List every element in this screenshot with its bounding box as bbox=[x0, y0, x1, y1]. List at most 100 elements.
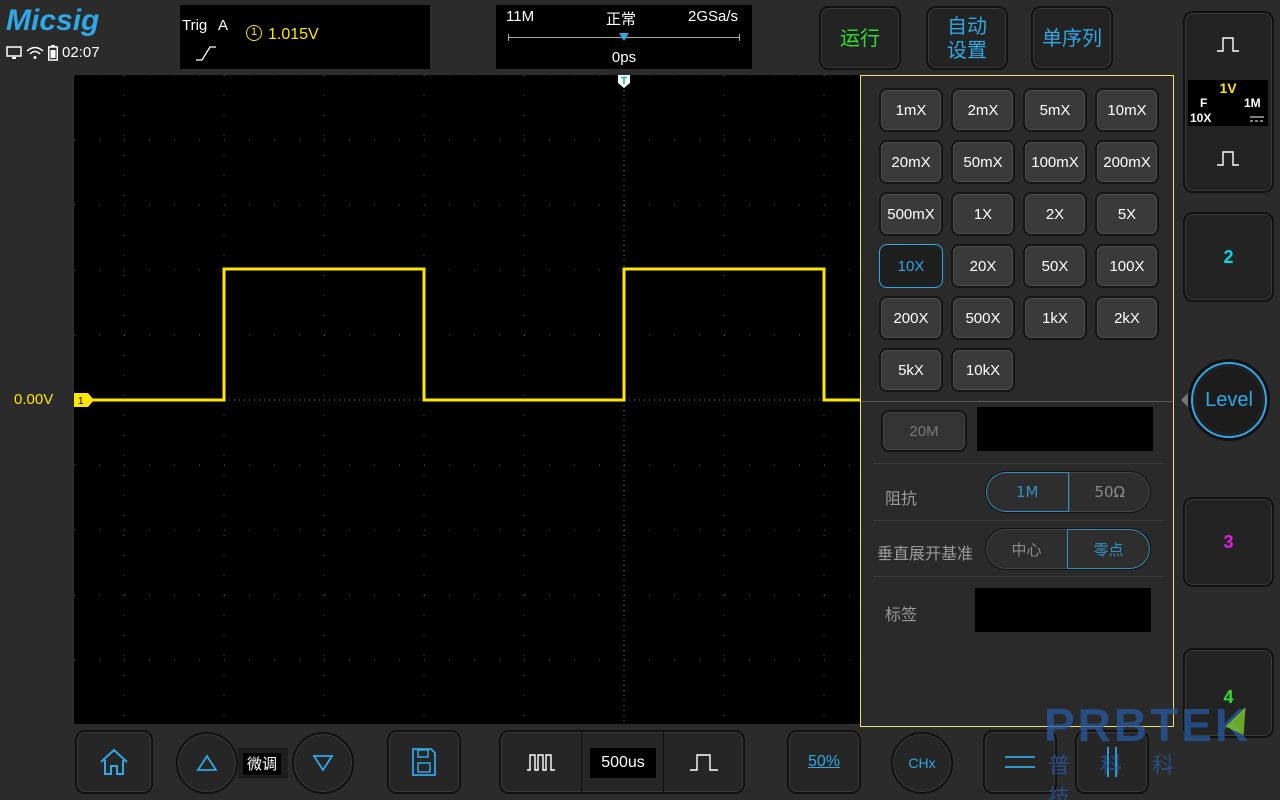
status-bar: 02:07 bbox=[6, 44, 100, 61]
impedance-label: 阻抗 bbox=[885, 489, 918, 508]
fine-adjust[interactable]: 微调 bbox=[238, 748, 288, 778]
watermark-cn: 普科科技 bbox=[1048, 754, 1205, 800]
probe-ratio-button[interactable]: 2mX bbox=[951, 88, 1015, 132]
ch1-ground-marker[interactable]: 1 bbox=[74, 393, 94, 407]
probe-ratio-button[interactable]: 100mX bbox=[1023, 140, 1087, 184]
ch1-probe: 10X bbox=[1190, 111, 1212, 125]
row-divider bbox=[873, 576, 1163, 577]
trigger-level: 1.015V bbox=[268, 26, 319, 43]
row-divider bbox=[873, 520, 1163, 521]
probe-ratio-button[interactable]: 500X bbox=[951, 296, 1015, 340]
run-button[interactable]: 运行 bbox=[819, 6, 901, 70]
home-icon bbox=[100, 748, 128, 775]
timebase-faster-button[interactable] bbox=[501, 732, 581, 792]
probe-ratio-button[interactable]: 1kX bbox=[1023, 296, 1087, 340]
expand-option-zero[interactable]: 零点 bbox=[1067, 529, 1150, 569]
probe-ratio-button[interactable]: 50X bbox=[1023, 244, 1087, 288]
probe-ratio-button[interactable]: 2kX bbox=[1095, 296, 1159, 340]
ch2-button[interactable]: 2 bbox=[1183, 212, 1274, 302]
level-knob[interactable]: Level bbox=[1191, 362, 1267, 438]
expand-option-center[interactable]: 中心 bbox=[986, 529, 1067, 569]
ch1-coupling-icon bbox=[1217, 37, 1239, 52]
probe-ratio-button[interactable]: 5X bbox=[1095, 192, 1159, 236]
bandwidth-display bbox=[977, 407, 1153, 451]
probe-ratio-button[interactable]: 5kX bbox=[879, 348, 943, 392]
probe-ratio-button[interactable]: 50mX bbox=[951, 140, 1015, 184]
level-pointer bbox=[1181, 393, 1188, 407]
menu-lines-icon bbox=[1005, 756, 1035, 768]
ch3-button[interactable]: 3 bbox=[1183, 497, 1274, 587]
trigger-label: Trig bbox=[182, 17, 208, 34]
probe-ratio-button[interactable]: 2X bbox=[1023, 192, 1087, 236]
fine-down-button[interactable] bbox=[292, 732, 354, 794]
horizontal-offset: 0ps bbox=[611, 49, 637, 66]
probe-ratio-button[interactable]: 100X bbox=[1095, 244, 1159, 288]
probe-ratio-button[interactable]: 500mX bbox=[879, 192, 943, 236]
rising-edge-icon bbox=[196, 46, 216, 61]
wide-pulse-icon bbox=[690, 754, 718, 771]
trigger-mode: A bbox=[218, 17, 229, 34]
row-divider bbox=[873, 463, 1163, 464]
acquire-mode: 正常 bbox=[606, 11, 637, 28]
ch1-waveform-icon bbox=[1217, 151, 1239, 166]
probe-ratio-button[interactable]: 1X bbox=[951, 192, 1015, 236]
probe-ratio-grid: 1mX 2mX 5mX 10mX 20mX 50mX 100mX 200mX 500mX 1X 2X… bbox=[879, 88, 1159, 392]
fifty-percent-label: 50% bbox=[807, 753, 841, 770]
chx-label: CHx bbox=[908, 755, 936, 771]
impedance-option-1m[interactable]: 1M bbox=[986, 472, 1069, 512]
trigger-time-marker[interactable] bbox=[618, 75, 630, 88]
panel-divider bbox=[861, 401, 1173, 402]
save-button[interactable] bbox=[387, 730, 461, 794]
probe-ratio-button[interactable]: 20X bbox=[951, 244, 1015, 288]
ch1-marker-text: 1 bbox=[78, 396, 84, 407]
memory-depth: 11M bbox=[506, 8, 535, 25]
wifi-icon bbox=[26, 46, 44, 59]
probe-ratio-button[interactable]: 10kX bbox=[951, 348, 1015, 392]
triangle-down-icon bbox=[312, 755, 334, 772]
monitor-icon bbox=[6, 45, 22, 59]
bandwidth-limit-button[interactable]: 20M bbox=[881, 410, 967, 452]
trigger-position-marker bbox=[619, 33, 629, 41]
home-button[interactable] bbox=[75, 730, 153, 794]
timebase-slower-button[interactable] bbox=[664, 732, 744, 792]
channel-select-button[interactable]: CHx bbox=[891, 732, 953, 794]
micsig-logo: Micsig bbox=[6, 4, 100, 37]
impedance-toggle[interactable]: 1M 50Ω bbox=[985, 471, 1151, 513]
ch1-coupling-code: F bbox=[1200, 96, 1208, 110]
prbtek-watermark: PRBTEK 普科科技 bbox=[1044, 698, 1255, 800]
probe-ratio-button[interactable]: 10X bbox=[879, 244, 943, 288]
dc-coupling-icon bbox=[1250, 116, 1264, 122]
impedance-option-50ohm[interactable]: 50Ω bbox=[1068, 472, 1151, 512]
timebase-divider bbox=[581, 732, 582, 792]
triangle-up-icon bbox=[196, 754, 218, 771]
probe-ratio-button[interactable]: 5mX bbox=[1023, 88, 1087, 132]
clock: 02:07 bbox=[62, 44, 100, 61]
probe-ratio-button[interactable]: 200X bbox=[879, 296, 943, 340]
tag-label: 标签 bbox=[885, 605, 918, 624]
vertical-expand-label: 垂直展开基准 bbox=[877, 544, 974, 563]
dense-pulse-icon bbox=[527, 754, 555, 771]
probe-ratio-button[interactable]: 20mX bbox=[879, 140, 943, 184]
probe-ratio-button[interactable]: 10mX bbox=[1095, 88, 1159, 132]
ch1-settings-readout: 1V F 1M 10X bbox=[1188, 80, 1268, 126]
sample-rate: 2GSa/s bbox=[688, 8, 739, 25]
waveform-display[interactable] bbox=[74, 75, 860, 724]
ch1-scale: 1V bbox=[1219, 80, 1237, 96]
probe-ratio-button[interactable]: 1mX bbox=[879, 88, 943, 132]
battery-icon bbox=[48, 44, 58, 61]
fine-adjust-label: 微调 bbox=[243, 753, 281, 775]
single-sequence-button[interactable]: 单序列 bbox=[1031, 6, 1113, 70]
fine-up-button[interactable] bbox=[176, 732, 238, 794]
fifty-percent-button[interactable]: 50% bbox=[787, 730, 861, 794]
probe-ratio-button[interactable]: 200mX bbox=[1095, 140, 1159, 184]
tag-input[interactable] bbox=[975, 588, 1151, 632]
save-icon bbox=[412, 748, 436, 776]
auto-setup-button[interactable]: 自动 设置 bbox=[926, 6, 1008, 70]
timebase-info[interactable]: 11M 正常 2GSa/s 0ps bbox=[496, 5, 752, 69]
trigger-info[interactable]: Trig A 1 1.015V bbox=[180, 5, 430, 69]
ch1-waveform bbox=[74, 267, 860, 402]
vertical-expand-toggle[interactable]: 中心 零点 bbox=[985, 528, 1151, 570]
ch1-impedance: 1M bbox=[1244, 96, 1261, 110]
trigger-source: 1 bbox=[246, 25, 262, 41]
waveform-canvas[interactable] bbox=[74, 75, 860, 724]
